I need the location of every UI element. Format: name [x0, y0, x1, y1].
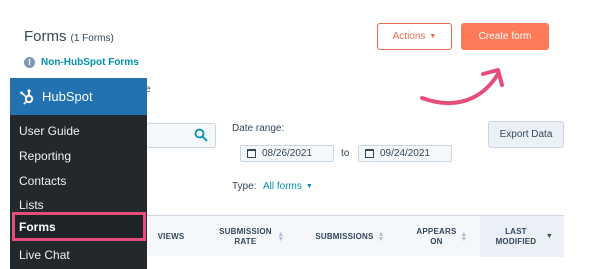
create-form-button[interactable]: Create form [461, 23, 549, 50]
search-icon[interactable] [194, 128, 208, 142]
column-header-submissions[interactable]: SUBMISSIONS ▲ ▼ [300, 216, 400, 257]
non-hubspot-forms-link[interactable]: i Non-HubSpot Forms [24, 57, 139, 68]
sidebar-item-lists[interactable]: Lists [19, 198, 44, 212]
page-title-text: Forms [24, 28, 67, 45]
column-header-views[interactable]: VIEWS [140, 216, 202, 257]
curved-arrow-icon [420, 68, 504, 106]
column-header-label: APPEARS ON [416, 226, 457, 246]
sort-icon: ▲ ▼ [277, 230, 285, 243]
sidebar-item-live-chat[interactable]: Live Chat [19, 248, 70, 262]
date-from-field[interactable]: 08/26/2021 [240, 145, 334, 162]
column-header-label: LAST MODIFIED [495, 226, 537, 246]
column-header-label: SUBMISSIONS [315, 231, 374, 241]
calendar-icon [247, 149, 256, 158]
export-data-button-label: Export Data [499, 129, 553, 140]
page-title: Forms (1 Forms) [24, 28, 114, 45]
column-header-label: VIEWS [157, 231, 185, 241]
sort-descending-icon: ▼ [545, 232, 554, 240]
column-header-last-modified[interactable]: LAST MODIFIED ▼ [480, 216, 564, 257]
export-data-button[interactable]: Export Data [488, 121, 564, 148]
sort-icon: ▲ ▼ [377, 230, 385, 243]
sidebar-item-contacts[interactable]: Contacts [19, 174, 66, 188]
non-hubspot-forms-label: Non-HubSpot Forms [41, 57, 139, 68]
date-from-value: 08/26/2021 [262, 148, 313, 159]
forms-count: (1 Forms) [70, 33, 114, 44]
column-header-label: SUBMISSION RATE [219, 226, 272, 246]
date-to-value: 09/24/2021 [380, 148, 431, 159]
caret-down-icon: ▼ [429, 33, 437, 40]
column-header-appears-on[interactable]: APPEARS ON ▲ ▼ [406, 216, 478, 257]
forms-table-header: VIEWS SUBMISSION RATE ▲ ▼ SUBMISSIONS ▲ ▼ … [140, 215, 564, 257]
type-filter-value: All forms [263, 181, 302, 192]
date-to-field[interactable]: 09/24/2021 [358, 145, 452, 162]
date-separator: to [341, 148, 350, 159]
sidebar-title: HubSpot [42, 89, 93, 104]
info-icon: i [24, 57, 35, 68]
type-filter-dropdown[interactable]: All forms ▼ [263, 181, 313, 192]
column-header-submission-rate[interactable]: SUBMISSION RATE ▲ ▼ [210, 216, 292, 257]
type-filter-label: Type: [232, 181, 257, 192]
caret-down-icon: ▼ [305, 183, 313, 190]
sidebar-item-forms[interactable]: Forms [19, 220, 56, 234]
date-range-label: Date range: [232, 123, 285, 134]
actions-button-label: Actions [392, 31, 426, 42]
sort-icon: ▲ ▼ [460, 230, 468, 243]
sidebar-item-user-guide[interactable]: User Guide [19, 124, 80, 138]
create-form-button-label: Create form [478, 31, 532, 42]
calendar-icon [365, 149, 374, 158]
hubspot-logo-icon [20, 88, 34, 105]
sidebar-item-hubspot[interactable]: HubSpot [10, 78, 147, 115]
sidebar-item-reporting[interactable]: Reporting [19, 149, 71, 163]
actions-button[interactable]: Actions ▼ [377, 23, 452, 50]
